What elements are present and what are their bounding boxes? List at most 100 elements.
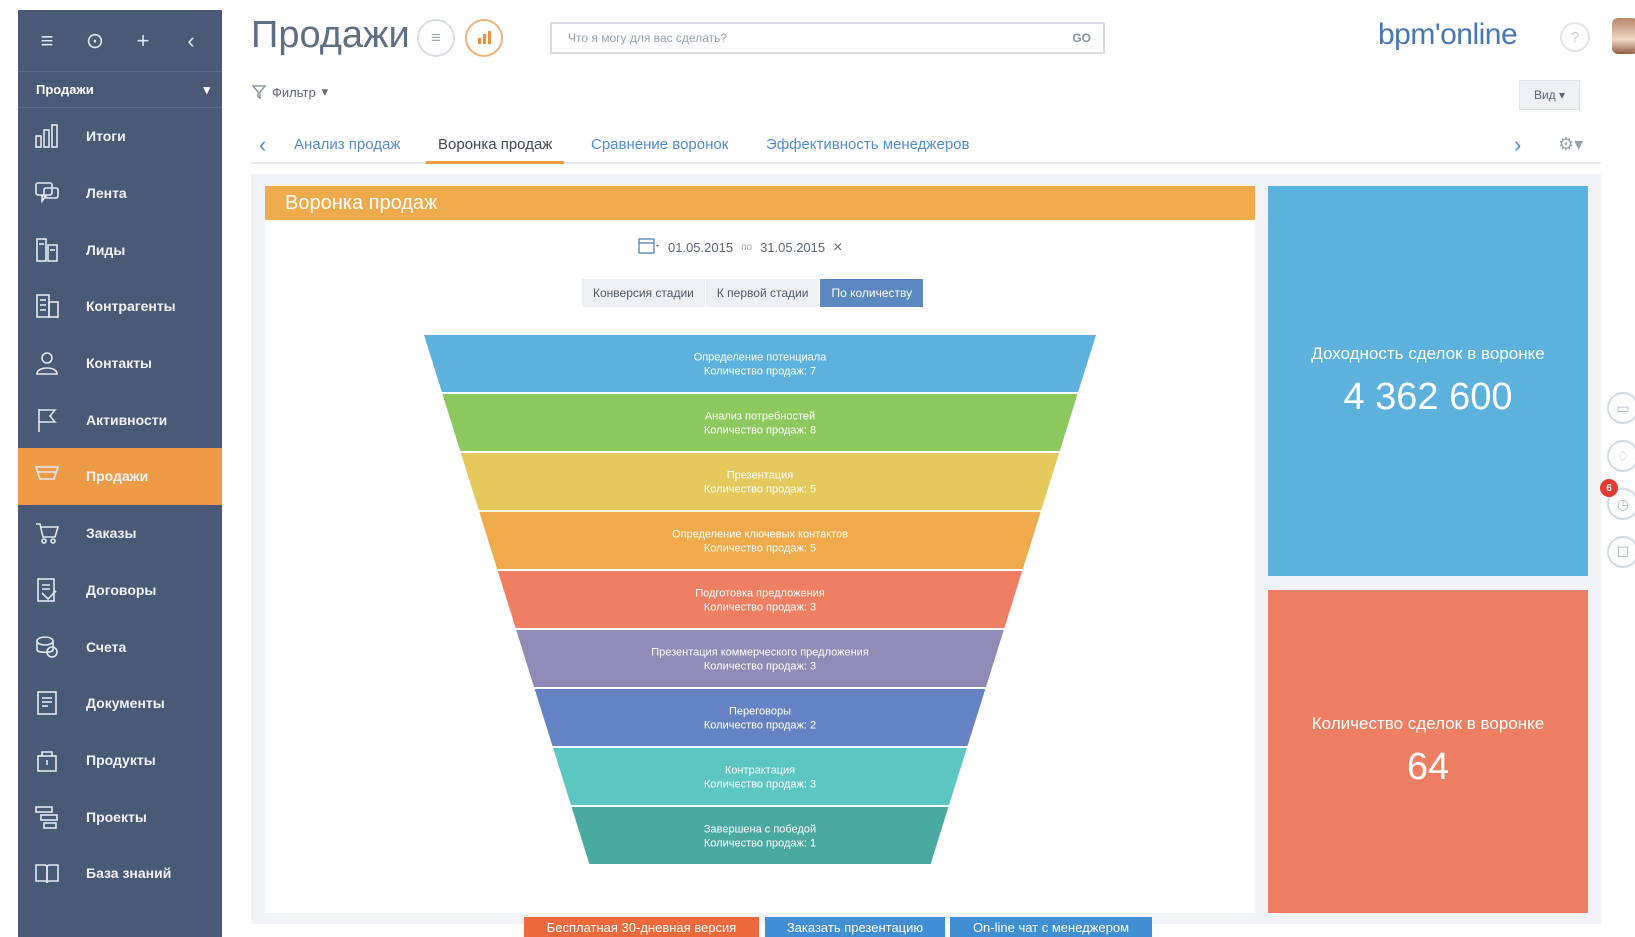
page-title: Продажи xyxy=(251,14,410,56)
funnel-stage-shape xyxy=(553,748,967,805)
collapse-sidebar-icon[interactable]: ‹ xyxy=(178,28,204,54)
hamburger-menu-icon[interactable]: ≡ xyxy=(34,28,60,54)
sidebar-item-label: Продажи xyxy=(86,468,149,485)
funnel-stage-value-label: Количество продаж: 8 xyxy=(704,425,816,437)
period-filter: 01.05.2015 по 31.05.2015 × xyxy=(638,236,842,259)
online-chat-button[interactable]: On-line чат с менеджером xyxy=(950,917,1152,937)
person-icon xyxy=(30,348,64,378)
funnel-stage-shape xyxy=(479,512,1041,569)
funnel-stage-name: Подготовка предложения xyxy=(695,588,825,600)
funnel-stage[interactable]: Контрактация Количество продаж: 3 xyxy=(553,748,967,805)
invoice-icon xyxy=(30,632,64,662)
sidebar-item-projects[interactable]: Проекты xyxy=(18,788,222,845)
sidebar-item-bar-chart[interactable]: Итоги xyxy=(18,108,222,165)
funnel-stage-name: Презентация коммерческого предложения xyxy=(651,647,869,659)
sidebar-item-label: Проекты xyxy=(86,808,147,825)
sidebar-item-document[interactable]: Документы xyxy=(18,675,222,732)
funnel-stage[interactable]: Определение потенциала Количество продаж:… xyxy=(424,335,1096,392)
sidebar-item-label: Контрагенты xyxy=(86,298,176,315)
funnel-stage[interactable]: Презентация коммерческого предложения Кол… xyxy=(516,630,1004,687)
filter-label: Фильтр xyxy=(272,84,316,100)
filter-button[interactable]: Фильтр ▾ xyxy=(252,84,328,100)
kpi-revenue-value: 4 362 600 xyxy=(1343,375,1513,418)
help-button[interactable]: ? xyxy=(1560,22,1590,52)
gear-icon[interactable]: ⚙▾ xyxy=(1558,134,1583,155)
sidebar-item-book[interactable]: База знаний xyxy=(18,845,222,902)
sidebar-item-box[interactable]: Продукты xyxy=(18,732,222,789)
avatar[interactable] xyxy=(1612,18,1635,54)
funnel-stage[interactable]: Подготовка предложения Количество продаж:… xyxy=(497,571,1023,628)
calendar-icon[interactable] xyxy=(638,236,660,259)
funnel-stage-name: Переговоры xyxy=(729,706,791,718)
sidebar-item-label: База знаний xyxy=(86,865,172,882)
funnel-stage[interactable]: Анализ потребностей Количество продаж: 8 xyxy=(442,394,1078,451)
mode-to-first-stage[interactable]: К первой стадии xyxy=(705,279,821,307)
kpi-count-value: 64 xyxy=(1406,746,1450,788)
notifications-button[interactable]: ♢ xyxy=(1607,440,1635,472)
tab-sales-funnel[interactable]: Воронка продаж xyxy=(426,136,565,164)
sidebar-item-invoice[interactable]: Счета xyxy=(18,618,222,675)
free-trial-button[interactable]: Бесплатная 30-дневная версия xyxy=(524,917,759,937)
funnel-stage[interactable]: Презентация Количество продаж: 5 xyxy=(460,453,1060,510)
play-process-icon[interactable]: ⊙ xyxy=(82,28,108,54)
tab-funnel-comparison[interactable]: Сравнение воронок xyxy=(591,136,728,164)
funnel-stage[interactable]: Завершена с победой Количество продаж: 1 xyxy=(571,807,949,864)
sidebar-item-chat[interactable]: Лента xyxy=(18,165,222,222)
sidebar-item-label: Заказы xyxy=(86,525,137,542)
filter-icon xyxy=(252,85,266,99)
checklist-icon: ☐ xyxy=(1616,543,1630,560)
contract-icon xyxy=(30,575,64,605)
tab-manager-efficiency[interactable]: Эффективность менеджеров xyxy=(766,136,969,164)
funnel-mode-switch: Конверсия стадии К первой стадии По коли… xyxy=(582,279,925,307)
workplace-selector[interactable]: Продажи ▾ xyxy=(18,72,222,108)
sidebar-item-label: Лента xyxy=(86,185,127,202)
funnel-stage-value-label: Количество продаж: 3 xyxy=(704,779,816,791)
sidebar-item-label: Лиды xyxy=(86,241,126,258)
list-icon: ≡ xyxy=(431,28,441,47)
sidebar-item-contract[interactable]: Договоры xyxy=(18,562,222,619)
view-button[interactable]: Вид ▾ xyxy=(1519,80,1580,110)
funnel-stage-shape xyxy=(571,807,949,864)
sidebar-item-funnel[interactable]: Продажи xyxy=(18,448,222,505)
funnel-stage-name: Контрактация xyxy=(725,765,795,777)
box-icon xyxy=(30,745,64,775)
funnel-stage[interactable]: Переговоры Количество продаж: 2 xyxy=(534,689,986,746)
analytics-view-button[interactable] xyxy=(465,19,503,57)
funnel-stage-value-label: Количество продаж: 2 xyxy=(704,720,816,732)
mode-stage-conversion[interactable]: Конверсия стадии xyxy=(582,279,706,307)
mode-by-quantity[interactable]: По количеству xyxy=(820,279,925,307)
sidebar-item-building[interactable]: Контрагенты xyxy=(18,278,222,335)
date-from: 01.05.2015 xyxy=(668,240,734,255)
sidebar-item-person[interactable]: Контакты xyxy=(18,335,222,392)
view-label: Вид xyxy=(1533,88,1556,102)
funnel-stage-name: Презентация xyxy=(727,470,793,482)
sales-funnel-chart: Определение потенциала Количество продаж:… xyxy=(424,335,1096,864)
sidebar-item-label: Контакты xyxy=(86,355,153,372)
sidebar-item-flag[interactable]: Активности xyxy=(18,391,222,448)
feed-panel-button[interactable]: ▭ xyxy=(1607,392,1635,424)
tabs-prev-arrow-icon[interactable]: ‹ xyxy=(259,132,266,158)
list-view-button[interactable]: ≡ xyxy=(417,19,455,57)
command-line-input[interactable]: Что я могу для вас сделать? GO xyxy=(550,22,1105,54)
sidebar-item-label: Договоры xyxy=(86,581,157,598)
order-demo-button[interactable]: Заказать презентацию xyxy=(765,917,945,937)
sidebar-item-leads[interactable]: Лиды xyxy=(18,221,222,278)
sidebar-item-cart[interactable]: Заказы xyxy=(18,505,222,562)
go-button[interactable]: GO xyxy=(1072,31,1091,45)
funnel-stage[interactable]: Определение ключевых контактов Количество… xyxy=(479,512,1041,569)
funnel-stage-shape xyxy=(460,453,1060,510)
kpi-revenue-tile: Доходность сделок в воронке 4 362 600 xyxy=(1268,186,1588,576)
cart-icon xyxy=(30,518,64,548)
tab-sales-analysis[interactable]: Анализ продаж xyxy=(294,136,400,164)
sidebar-nav: Итоги Лента Лиды Контрагенты Контакты Активно… xyxy=(18,108,222,902)
document-icon xyxy=(30,688,64,718)
funnel-stage-value-label: Количество продаж: 5 xyxy=(704,484,816,496)
funnel-stage-value-label: Количество продаж: 5 xyxy=(704,543,816,555)
clear-period-icon[interactable]: × xyxy=(833,239,842,257)
clock-icon: ◷ xyxy=(1616,495,1630,512)
tabs-next-arrow-icon[interactable]: › xyxy=(1514,132,1521,158)
tasks-button[interactable]: ☐ xyxy=(1607,536,1635,568)
analytics-icon xyxy=(478,31,491,44)
add-icon[interactable]: + xyxy=(130,28,156,54)
notification-badge: 6 xyxy=(1600,479,1618,497)
